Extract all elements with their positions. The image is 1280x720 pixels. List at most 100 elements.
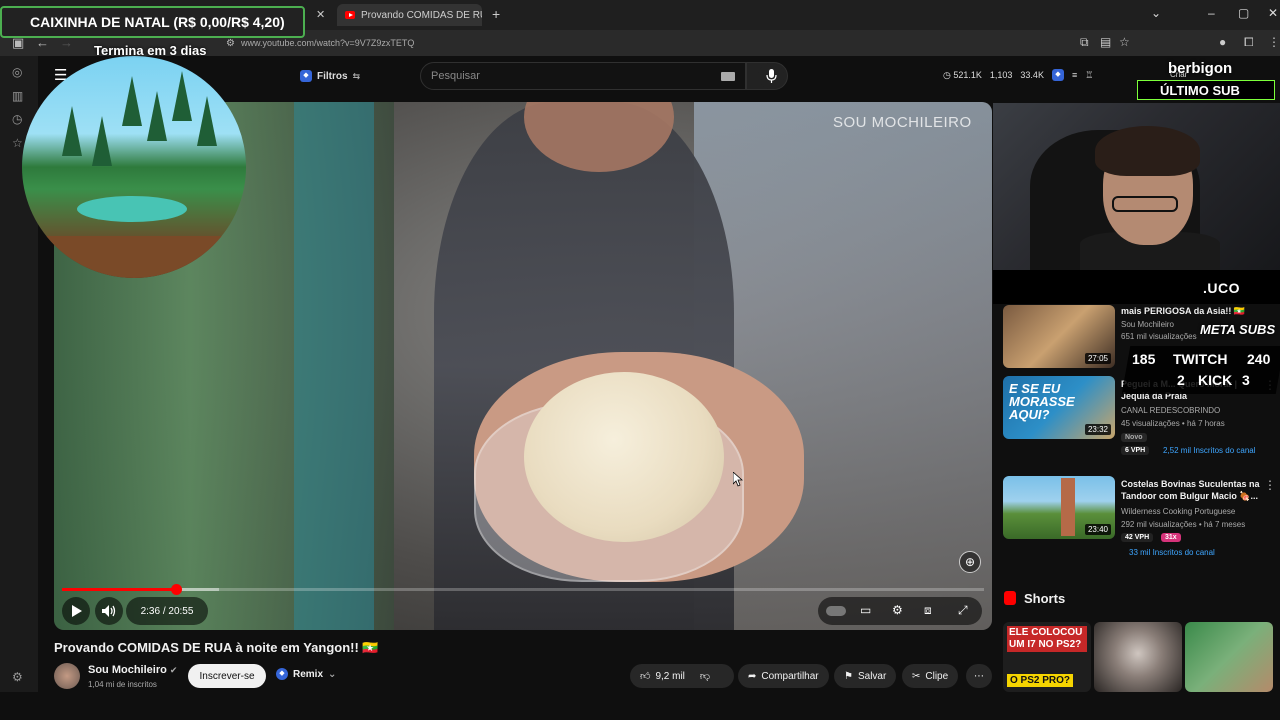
rec-thumbnail-2[interactable]: E SE EU MORASSE AQUI? 23:32: [1003, 376, 1115, 439]
remix-button[interactable]: ◆ Remix ⌄: [276, 668, 336, 680]
videos-stat: 1,103: [989, 70, 1013, 80]
kick-sub-goal: 3: [1242, 372, 1250, 388]
rec-channel-1[interactable]: Sou Mochileiro: [1121, 320, 1174, 329]
voice-search-button[interactable]: [758, 63, 784, 89]
tab-list-chevron-icon[interactable]: ⌄: [1151, 6, 1161, 20]
channel-subscribers: 1,04 mi de inscritos: [88, 680, 157, 689]
play-button[interactable]: [62, 597, 90, 625]
sliders-icon: ⇆: [352, 70, 361, 81]
share-icon: ➦: [748, 670, 757, 682]
like-dislike-group: 👍︎ 9,2 mil 👎︎: [630, 664, 734, 688]
url-field[interactable]: www.youtube.com/watch?v=9V7Z9zxTETQ: [241, 38, 414, 48]
save-button[interactable]: ⚑ Salvar: [834, 664, 897, 688]
rec-title-3[interactable]: Costelas Bovinas Suculentas na Tandoor c…: [1121, 478, 1261, 502]
fullscreen-icon[interactable]: ⤢: [958, 603, 968, 618]
filters-button[interactable]: ◆ Filtros ⇆: [300, 65, 360, 87]
game-tree: [197, 96, 217, 146]
rec-views-3: 292 mil visualizações • há 7 meses: [1121, 520, 1246, 529]
rec-thumbnail-3[interactable]: 23:40: [1003, 476, 1115, 539]
more-actions-button[interactable]: ⋯: [966, 664, 992, 688]
channel-avatar[interactable]: [54, 663, 80, 689]
verified-icon: ✔: [169, 665, 178, 675]
sidebar-clock-icon[interactable]: ◷: [12, 112, 22, 126]
play-icon: [71, 605, 82, 617]
share-button[interactable]: ➦ Compartilhar: [738, 664, 829, 688]
thumbs-up-icon[interactable]: 👍︎: [640, 670, 650, 682]
more-icon: ⋯: [974, 670, 984, 682]
sidebar-star-icon[interactable]: ☆: [12, 136, 23, 150]
donation-countdown: Termina em 3 dias: [94, 43, 207, 58]
rec-views-1: 651 mil visualizações: [1121, 332, 1197, 341]
menu-icon[interactable]: ⋮: [1268, 35, 1280, 49]
close-tab-icon[interactable]: ✕: [316, 8, 325, 21]
keyboard-icon[interactable]: [721, 72, 735, 81]
rec-views-2: 45 visualizações • há 7 horas: [1121, 419, 1225, 428]
clip-button[interactable]: ✂ Clipe: [902, 664, 959, 688]
extensions-icon[interactable]: ⧠: [1244, 35, 1254, 50]
rec-title-1[interactable]: mais PERIGOSA da Asia!! 🇲🇲: [1121, 305, 1261, 317]
like-count[interactable]: 9,2 mil: [655, 671, 684, 682]
maximize-icon[interactable]: ▢: [1238, 6, 1249, 20]
streamer-name: berbigon: [1168, 60, 1233, 77]
sidebar-apps-icon[interactable]: ◎: [12, 65, 22, 79]
search-input[interactable]: Pesquisar: [420, 62, 746, 90]
game-tree: [62, 106, 82, 156]
views-stat: ◷ 521.1K: [943, 69, 982, 80]
rec-channel-3[interactable]: Wilderness Cooking Portuguese: [1121, 507, 1235, 516]
miniplayer-icon[interactable]: ⧈: [924, 603, 932, 618]
subscribe-button[interactable]: Inscrever-se: [188, 664, 266, 688]
channel-name[interactable]: Sou Mochileiro ✔: [88, 664, 177, 676]
chevron-down-icon: ⌄: [328, 668, 337, 680]
youtube-favicon-icon: [345, 11, 355, 19]
site-info-icon[interactable]: ⚙: [226, 38, 235, 49]
rec-thumb-text: E SE EU MORASSE AQUI?: [1009, 381, 1075, 422]
bookmark-star-icon[interactable]: ☆: [1119, 35, 1130, 49]
thumbs-down-icon[interactable]: 👎︎: [700, 670, 710, 682]
tab-title: Provando COMIDAS DE RUA à n: [361, 9, 482, 21]
multiplier-badge: 31x: [1161, 533, 1181, 542]
tab-youtube-video[interactable]: Provando COMIDAS DE RUA à n ✕: [337, 4, 482, 26]
sidebar-settings-icon[interactable]: ⚙: [12, 670, 23, 684]
rec-subscribers-3: 33 mil Inscritos do canal: [1129, 548, 1215, 557]
captions-icon[interactable]: ▭: [860, 603, 871, 617]
channel-stats-bar: ◷ 521.1K 1,103 33.4K ◆ ≡ ♖: [943, 69, 1093, 81]
subscribers-stat: 33.4K: [1020, 70, 1044, 80]
last-sub-banner: ÚLTIMO SUB: [1137, 80, 1275, 100]
rec-subscribers-2: 2,52 mil Inscritos do canal: [1163, 446, 1256, 455]
filters-label: Filtros: [317, 70, 348, 82]
minimize-icon[interactable]: –: [1208, 6, 1215, 20]
short-thumbnail-2[interactable]: [1094, 622, 1182, 692]
game-deck: [22, 236, 246, 278]
vph-badge: 6 VPH: [1121, 446, 1150, 455]
game-overlay-circle: [22, 56, 246, 278]
rec-more-icon[interactable]: ⋮: [1264, 478, 1276, 492]
rec-duration: 23:32: [1084, 424, 1111, 435]
clip-label: Clipe: [925, 670, 949, 682]
close-window-icon[interactable]: ✕: [1268, 6, 1278, 20]
autoplay-toggle[interactable]: [826, 606, 846, 616]
globe-icon[interactable]: ⊕: [959, 551, 981, 573]
rec-thumbnail-1[interactable]: 27:05: [1003, 305, 1115, 368]
rec-channel-2[interactable]: CANAL REDESCOBRINDO: [1121, 406, 1220, 415]
webcam-glasses: [1112, 196, 1178, 212]
short-thumbnail-1[interactable]: ELE COLOCOU UM I7 NO PS2? O PS2 PRO?: [1003, 622, 1091, 692]
short-thumbnail-3[interactable]: [1185, 622, 1273, 692]
trophy-icon[interactable]: ♖: [1085, 70, 1093, 81]
volume-button[interactable]: [95, 597, 123, 625]
new-tab-icon[interactable]: +: [492, 6, 500, 22]
extension-icon[interactable]: ◆: [1051, 69, 1064, 81]
game-tree: [172, 71, 192, 121]
rec-thumb-meat: [1061, 478, 1075, 536]
settings-icon[interactable]: ⚙: [892, 603, 903, 617]
video-frame-post: [294, 102, 374, 630]
twitch-label: TWITCH: [1173, 351, 1228, 367]
sidebar-history-icon[interactable]: ▥: [12, 89, 23, 103]
kick-sub-count: 2: [1177, 372, 1185, 388]
profile-icon[interactable]: ●: [1219, 35, 1226, 49]
screenshot-icon[interactable]: ▤: [1100, 35, 1111, 49]
filter-icon[interactable]: ≡: [1072, 70, 1077, 80]
twitch-sub-goal: 240: [1247, 351, 1271, 367]
twitch-sub-count: 185: [1132, 351, 1156, 367]
save-label: Salvar: [857, 670, 887, 682]
translate-icon[interactable]: ⧉: [1080, 35, 1089, 50]
